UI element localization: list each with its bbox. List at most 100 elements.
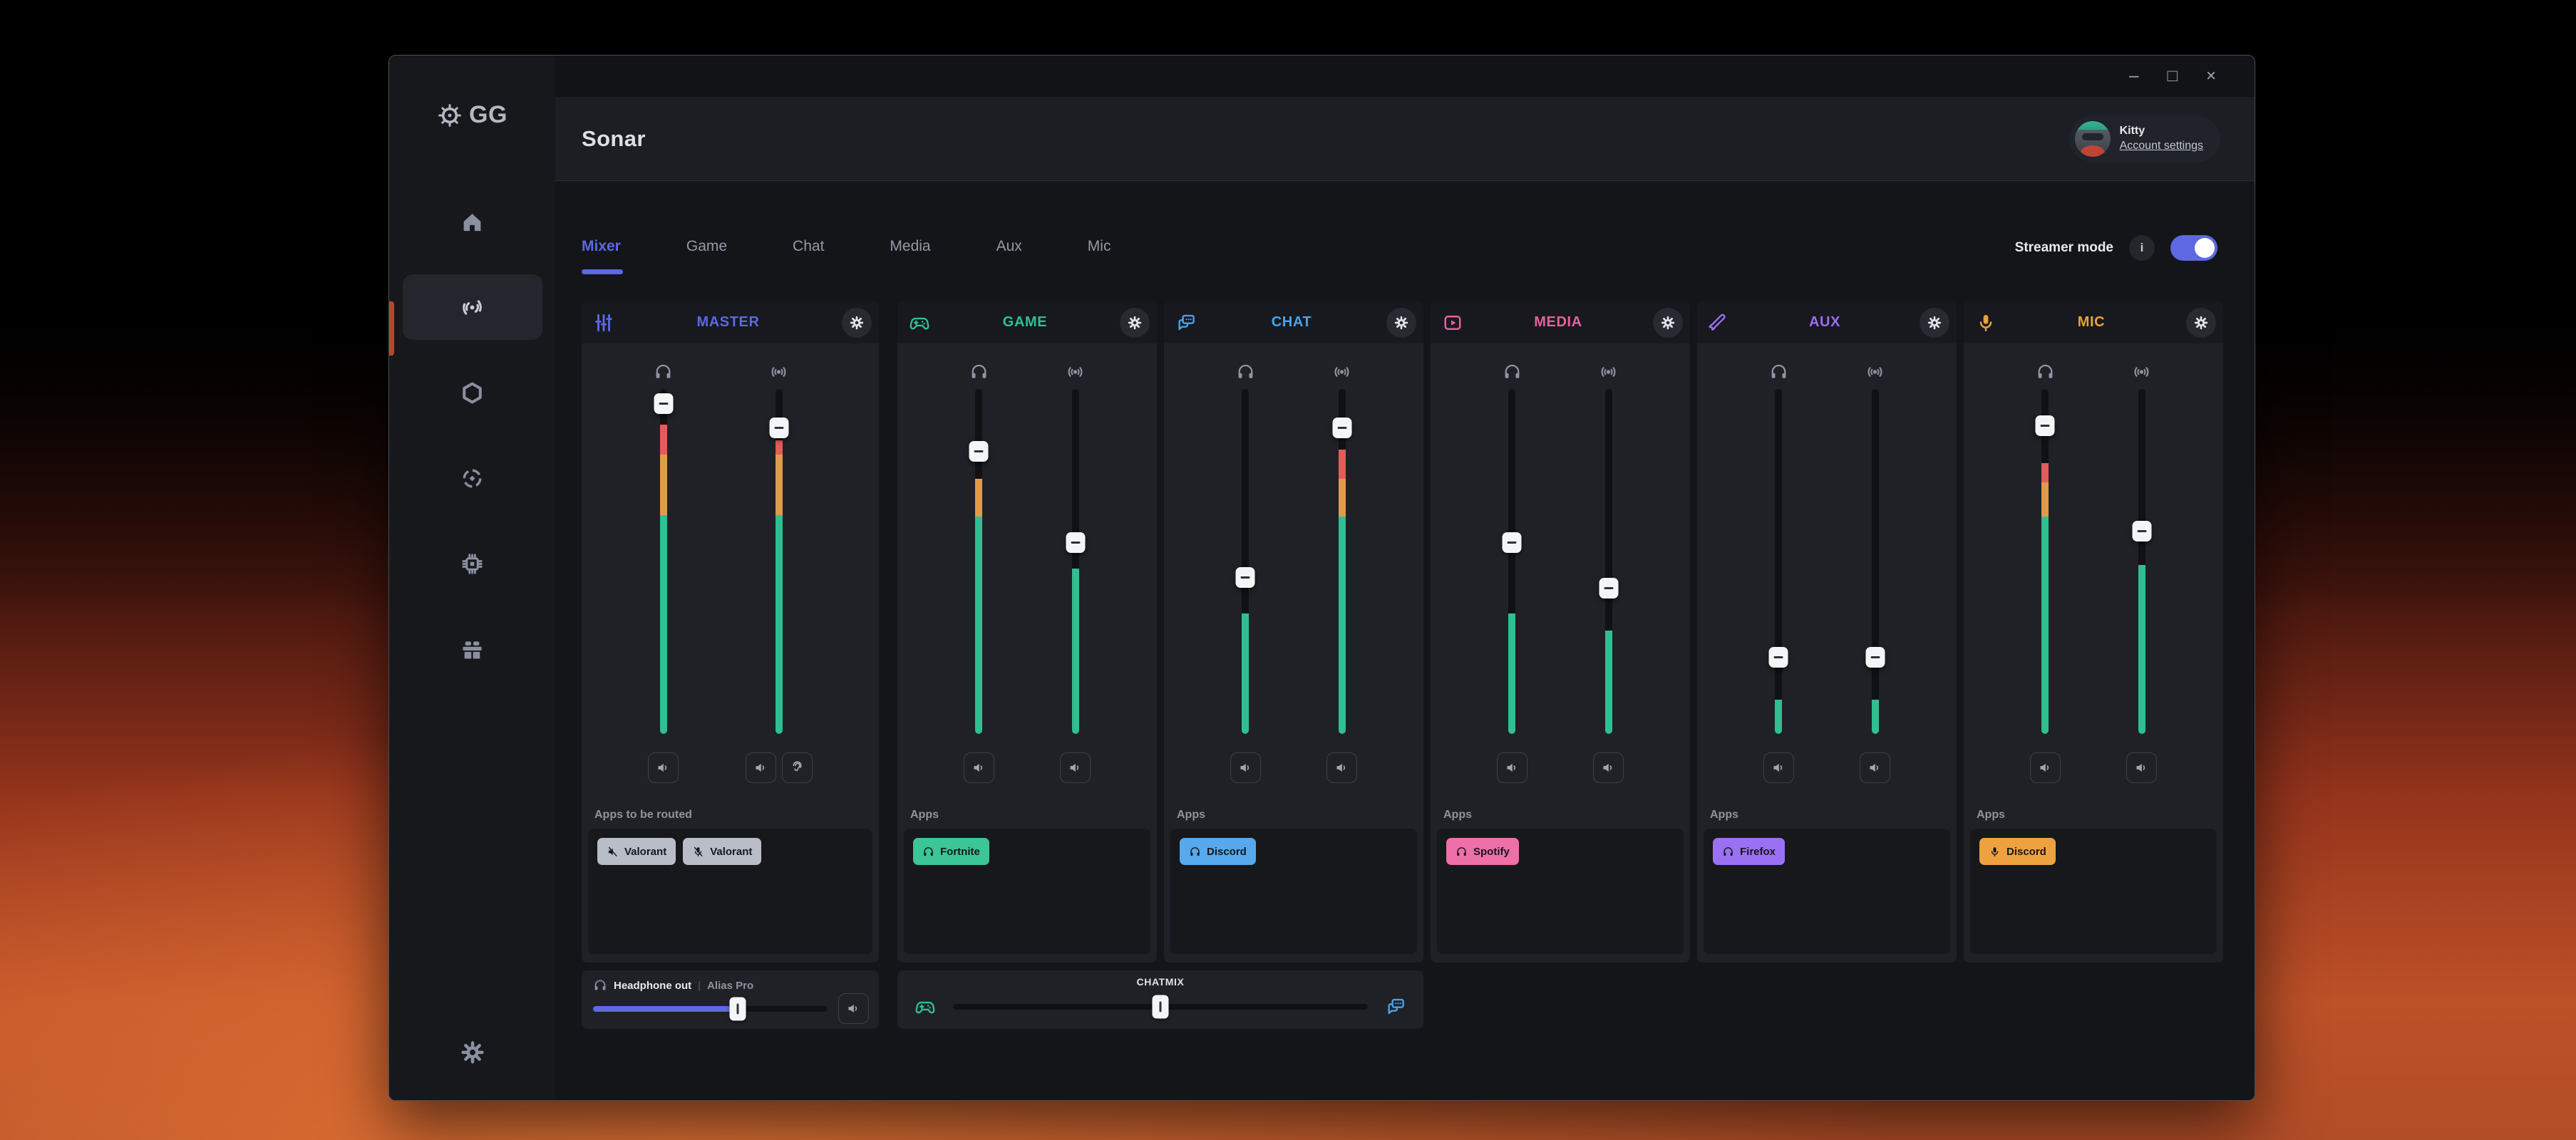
slider-handle[interactable]: [730, 997, 746, 1020]
app-chip-discord[interactable]: Discord: [1180, 838, 1256, 865]
sidebar-settings-button[interactable]: [460, 1040, 485, 1064]
app-chip-firefox[interactable]: Firefox: [1713, 838, 1785, 865]
aux-stream-volume-slider[interactable]: [1872, 389, 1879, 734]
account-chip[interactable]: Kitty Account settings: [2069, 116, 2220, 162]
master-headphones-volume-slider[interactable]: [660, 389, 667, 734]
media-stream-mute-button[interactable]: [1593, 752, 1624, 783]
headphone-out-slider[interactable]: [593, 1006, 827, 1012]
headphones-icon: [1189, 846, 1201, 858]
avatar: [2075, 121, 2111, 157]
streamer-mode-label: Streamer mode: [2015, 240, 2113, 256]
sidebar-item-sonar[interactable]: [403, 274, 542, 340]
headphone-out-label: Headphone out: [614, 980, 691, 992]
streamer-mode-toggle[interactable]: [2170, 235, 2217, 261]
game-headphones-mute-button[interactable]: [964, 752, 994, 783]
app-chip-discord[interactable]: Discord: [1979, 838, 2056, 865]
info-icon[interactable]: i: [2129, 235, 2155, 261]
channel-body: AppsDiscord: [1164, 343, 1423, 963]
tab-mic[interactable]: Mic: [1088, 238, 1111, 255]
headphones-icon: [2036, 361, 2055, 383]
sidebar-item-engine[interactable]: [403, 360, 542, 425]
aux-stream-mute-button[interactable]: [1860, 752, 1890, 783]
master-stream-mute-button[interactable]: [746, 752, 776, 783]
media-stream-volume-slider[interactable]: [1605, 389, 1612, 734]
game-settings-button[interactable]: [1120, 308, 1150, 338]
tab-chat[interactable]: Chat: [793, 238, 824, 255]
media-headphones-mute-button[interactable]: [1497, 752, 1527, 783]
minimize-button[interactable]: –: [2129, 68, 2138, 85]
headphone-out-mute-button[interactable]: [838, 993, 869, 1024]
gamepad-icon: [915, 996, 936, 1017]
close-button[interactable]: ×: [2206, 68, 2216, 85]
apps-label: Apps: [1443, 809, 1690, 822]
app-chip-spotify[interactable]: Spotify: [1446, 838, 1519, 865]
slider-handle[interactable]: [1599, 578, 1618, 598]
tab-media[interactable]: Media: [890, 238, 930, 255]
mic-stream-volume-slider[interactable]: [2138, 389, 2145, 734]
mic-stream-mute-button[interactable]: [2126, 752, 2157, 783]
slider-handle[interactable]: [1769, 647, 1788, 668]
channel-body: Apps to be routedValorantValorant: [582, 343, 879, 963]
master-headphones-mute-button[interactable]: [648, 752, 679, 783]
account-settings-link[interactable]: Account settings: [2120, 139, 2203, 154]
aux-headphones-volume-slider[interactable]: [1775, 389, 1782, 734]
sidebar-nav: [403, 189, 542, 682]
chatmix-slider[interactable]: [953, 1004, 1368, 1010]
sidebar-item-giveaways[interactable]: [403, 616, 542, 682]
aux-settings-button[interactable]: [1920, 308, 1949, 338]
mic-muted-icon: [692, 846, 704, 858]
sidebar-item-hardware[interactable]: [403, 531, 542, 596]
meter-segment-green: [975, 517, 982, 734]
chatmix-controls: [915, 992, 1406, 1022]
sidebar-item-home[interactable]: [403, 189, 542, 254]
slider-handle[interactable]: [1865, 647, 1885, 668]
master-stream-listen-button[interactable]: [782, 752, 813, 783]
meter-segment-green: [2138, 565, 2145, 734]
sliders-row: [1697, 361, 1957, 783]
maximize-button[interactable]: □: [2167, 68, 2178, 85]
mic-headphones-volume-slider[interactable]: [2041, 389, 2049, 734]
tab-game[interactable]: Game: [686, 238, 727, 255]
tab-label: Mic: [1088, 238, 1111, 254]
slider-handle[interactable]: [969, 441, 989, 462]
slider-handle[interactable]: [769, 418, 788, 438]
chat-stream-mute-button[interactable]: [1326, 752, 1357, 783]
chat-headphones-mute-button[interactable]: [1230, 752, 1261, 783]
chatmix-handle[interactable]: [1153, 995, 1169, 1019]
mic-headphones-mute-button[interactable]: [2030, 752, 2061, 783]
game-headphones-volume-slider[interactable]: [975, 389, 982, 734]
aux-headphones-mute-button[interactable]: [1763, 752, 1794, 783]
sidebar-item-aim-trainer[interactable]: [403, 445, 542, 511]
app-chip-fortnite[interactable]: Fortnite: [913, 838, 989, 865]
tab-mixer[interactable]: Mixer: [582, 238, 621, 255]
slider-handle[interactable]: [654, 393, 673, 414]
slider-handle[interactable]: [1066, 532, 1085, 553]
media-headphones-volume-slider[interactable]: [1508, 389, 1515, 734]
channel-body: AppsDiscord: [1964, 343, 2223, 963]
media-settings-button[interactable]: [1653, 308, 1683, 338]
app-chip-valorant[interactable]: Valorant: [683, 838, 761, 865]
game-stream-volume-slider[interactable]: [1072, 389, 1079, 734]
slider-handle[interactable]: [2036, 415, 2055, 436]
master-stream-volume-slider[interactable]: [776, 389, 783, 734]
mic-settings-button[interactable]: [2186, 308, 2216, 338]
master-settings-button[interactable]: [842, 308, 872, 338]
slider-handle[interactable]: [2132, 521, 2151, 542]
sliders-row: [1964, 361, 2223, 783]
chat-headphones-volume-slider[interactable]: [1242, 389, 1249, 734]
slider-buttons: [2030, 752, 2061, 783]
crosshair-icon: [459, 465, 485, 492]
gear-icon: [850, 316, 864, 330]
game-apps-box: Fortnite: [904, 829, 1150, 954]
app-chip-valorant[interactable]: Valorant: [597, 838, 676, 865]
slider-handle[interactable]: [1503, 532, 1522, 553]
slider-handle[interactable]: [1332, 418, 1351, 438]
slider-handle[interactable]: [1236, 567, 1255, 588]
game-stream-mute-button[interactable]: [1060, 752, 1091, 783]
chat-icon: [1175, 312, 1197, 333]
chat-stream-volume-slider[interactable]: [1339, 389, 1346, 734]
chat-settings-button[interactable]: [1386, 308, 1416, 338]
account-name: Kitty: [2120, 124, 2203, 139]
tab-aux[interactable]: Aux: [996, 238, 1022, 255]
meter-segment-green: [1605, 631, 1612, 734]
